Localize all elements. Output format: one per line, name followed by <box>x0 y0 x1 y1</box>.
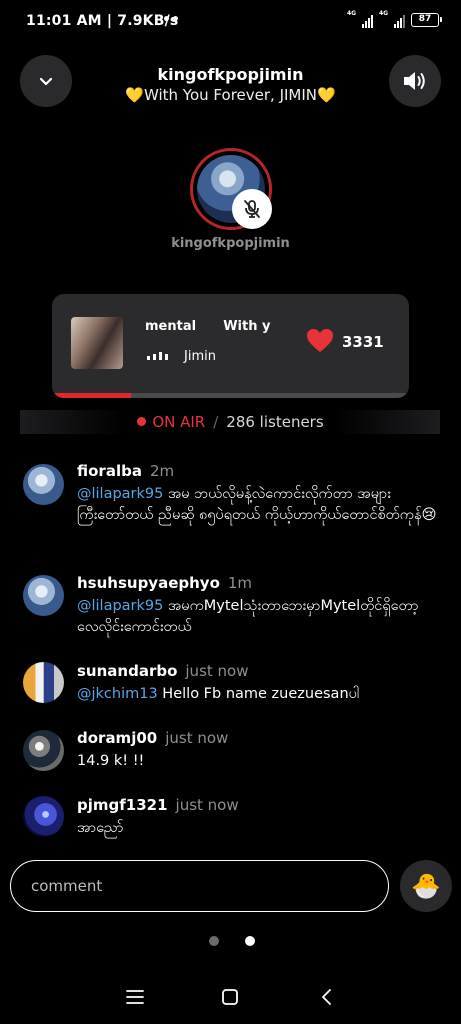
comment-username[interactable]: sunandarbo <box>77 662 177 680</box>
page-dot[interactable] <box>209 936 219 946</box>
recents-button[interactable] <box>120 982 150 1012</box>
mic-muted-badge <box>232 189 272 229</box>
avatar[interactable] <box>23 662 64 703</box>
mic-off-icon <box>244 200 260 218</box>
comment-mention[interactable]: @lilapark95 <box>77 598 163 614</box>
home-square-icon <box>222 989 238 1005</box>
heart-icon[interactable] <box>306 328 334 354</box>
hatching-chick-icon: 🐣 <box>411 872 441 900</box>
comment-time: 1m <box>227 574 253 592</box>
like-count: 3331 <box>342 333 384 351</box>
notification-dots: •• <box>162 12 180 28</box>
battery-icon: 87 <box>411 13 442 27</box>
system-nav-bar <box>0 970 461 1024</box>
now-playing-card[interactable]: mental With y Jimin 3331 <box>52 294 409 398</box>
comment-input[interactable] <box>11 861 388 911</box>
track-progress <box>52 393 409 398</box>
menu-icon <box>126 990 144 1004</box>
comment-text: 14.9 k! !! <box>77 753 145 769</box>
comment-text: အာညော် <box>77 820 124 836</box>
track-artist: Jimin <box>184 349 216 364</box>
album-art <box>71 317 123 369</box>
on-air-status: ON AIR / 286 listeners <box>0 413 461 431</box>
avatar[interactable] <box>23 730 64 771</box>
status-icons: 4G 4G 87 <box>347 10 442 28</box>
back-button[interactable] <box>312 982 342 1012</box>
comment-text: Hello Fb name zuezuesanပါ <box>157 686 360 702</box>
room-title: kingofkpopjimin <box>157 65 304 84</box>
comment-username[interactable]: pjmgf1321 <box>77 796 168 814</box>
comment-time: just now <box>175 796 239 814</box>
comment-time: just now <box>185 662 249 680</box>
comment-username[interactable]: hsuhsupyaephyo <box>77 574 220 592</box>
comment-time: 2m <box>149 462 175 480</box>
avatar[interactable] <box>23 464 64 505</box>
separator: / <box>213 413 219 431</box>
avatar[interactable] <box>23 575 64 616</box>
status-time-speed: 11:01 AM | 7.9KB/s <box>26 13 179 29</box>
listener-count: 286 listeners <box>226 413 324 431</box>
comment-username[interactable]: fioralba <box>77 462 142 480</box>
status-time: 11:01 AM <box>26 13 102 29</box>
comment-mention[interactable]: @lilapark95 <box>77 486 163 502</box>
collapse-button[interactable] <box>20 55 72 107</box>
track-progress-fill <box>52 393 131 398</box>
signal-icon: 4G <box>347 10 373 28</box>
avatar[interactable] <box>23 796 64 837</box>
status-bar: 11:01 AM | 7.9KB/s •• 4G 4G 87 <box>0 0 461 44</box>
speaker-icon <box>404 72 425 90</box>
emoji-button[interactable]: 🐣 <box>400 860 452 912</box>
equalizer-icon <box>147 350 168 360</box>
host-name: kingofkpopjimin <box>171 236 290 251</box>
signal-icon: 4G <box>379 10 405 28</box>
page-dot-active[interactable] <box>245 936 255 946</box>
track-title: mental With y <box>145 319 271 334</box>
live-dot-icon <box>137 417 147 426</box>
sound-button[interactable] <box>389 55 441 107</box>
back-chevron-icon <box>322 989 331 1005</box>
on-air-label: ON AIR <box>152 413 206 431</box>
room-subtitle: 💛With You Forever, JIMIN💛 <box>125 86 336 104</box>
comment-input-wrapper[interactable] <box>10 860 389 912</box>
comment-mention[interactable]: @jkchim13 <box>77 686 158 702</box>
comment-username[interactable]: doramj00 <box>77 729 157 747</box>
chevron-down-icon <box>39 77 53 86</box>
comment-time: just now <box>165 729 229 747</box>
page-indicator <box>209 936 255 946</box>
home-button[interactable] <box>215 982 245 1012</box>
